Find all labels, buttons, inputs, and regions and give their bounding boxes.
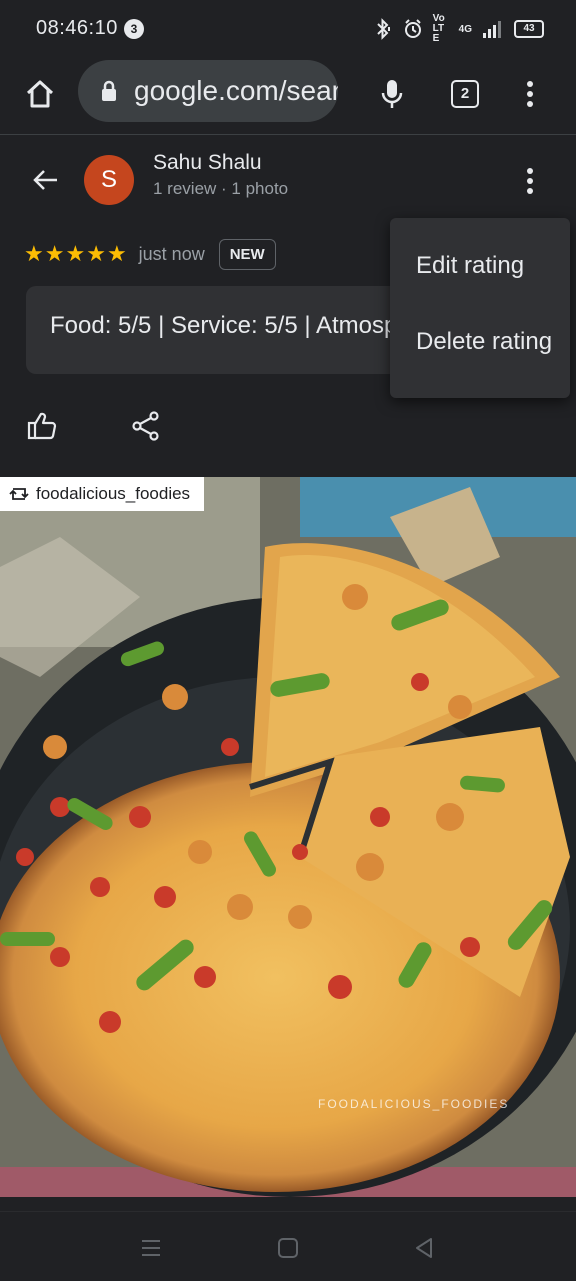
reviewer-name[interactable]: Sahu Shalu — [153, 151, 262, 175]
notification-count-badge: 3 — [124, 19, 144, 39]
url-text: google.com/search — [134, 75, 338, 106]
repost-icon — [9, 488, 29, 500]
volte-icon: Vo LTE — [432, 13, 445, 44]
review-header: S Sahu Shalu 1 review · 1 photo — [0, 135, 576, 231]
star-rating: ★ ★ ★ ★ ★ — [24, 243, 127, 265]
star-icon: ★ — [86, 241, 106, 266]
review-options-menu: Edit rating Delete rating — [390, 218, 570, 398]
review-more-button[interactable] — [510, 161, 550, 201]
new-badge: NEW — [218, 238, 276, 270]
share-icon — [132, 411, 159, 441]
tab-switcher-button[interactable]: 2 — [443, 72, 487, 116]
back-arrow-icon — [33, 170, 57, 190]
home-button[interactable] — [18, 72, 62, 116]
avatar[interactable]: S — [84, 155, 134, 205]
signal-icon — [483, 21, 501, 38]
review-actions — [0, 400, 576, 454]
star-icon: ★ — [44, 241, 65, 266]
back-nav-button[interactable] — [404, 1228, 444, 1268]
voice-search-button[interactable] — [370, 72, 414, 116]
reviewer-meta: 1 review · 1 photo — [153, 179, 289, 198]
system-navigation-bar — [0, 1211, 576, 1281]
browser-toolbar: google.com/search 2 — [0, 58, 576, 135]
rating-row: ★ ★ ★ ★ ★ just now NEW — [24, 236, 276, 272]
photo-watermark: FOODALICIOUS_FOODIES — [318, 1097, 510, 1111]
share-button[interactable] — [126, 406, 166, 446]
pizza-photo — [0, 477, 576, 1197]
tab-count: 2 — [451, 80, 479, 108]
back-button[interactable] — [24, 161, 66, 199]
edit-rating-menu-item[interactable]: Edit rating — [390, 233, 570, 299]
star-icon: ★ — [24, 241, 44, 266]
battery-icon: 43 — [514, 20, 544, 38]
microphone-icon — [381, 80, 403, 108]
bluetooth-icon — [376, 18, 390, 40]
status-bar: 08:46:10 3 Vo LTE 4G 43 — [0, 0, 576, 58]
square-icon — [278, 1238, 298, 1258]
status-icons: Vo LTE 4G 43 — [373, 13, 544, 44]
home-icon — [26, 80, 54, 108]
delete-rating-menu-item[interactable]: Delete rating — [390, 309, 570, 375]
star-icon: ★ — [65, 241, 86, 266]
review-photo[interactable]: foodalicious_foodies FOODALICIOUS_FOODIE… — [0, 477, 576, 1197]
url-bar[interactable]: google.com/search — [78, 60, 338, 122]
like-button[interactable] — [22, 406, 62, 446]
more-vert-icon — [527, 168, 533, 194]
thumb-up-icon — [27, 412, 57, 440]
home-nav-button[interactable] — [268, 1228, 308, 1268]
lock-icon — [102, 80, 116, 101]
photo-source-tag[interactable]: foodalicious_foodies — [0, 477, 205, 511]
menu-lines-icon — [142, 1240, 160, 1256]
browser-menu-button[interactable] — [510, 72, 550, 116]
review-time: just now — [138, 243, 205, 264]
more-vert-icon — [527, 81, 533, 107]
network-type-label: 4G — [458, 23, 472, 35]
alarm-icon — [404, 19, 421, 38]
photo-source-label: foodalicious_foodies — [36, 484, 191, 503]
status-time: 08:46:10 — [36, 17, 118, 39]
recents-button[interactable] — [131, 1228, 171, 1268]
triangle-back-icon — [416, 1238, 432, 1258]
star-icon: ★ — [106, 241, 127, 266]
